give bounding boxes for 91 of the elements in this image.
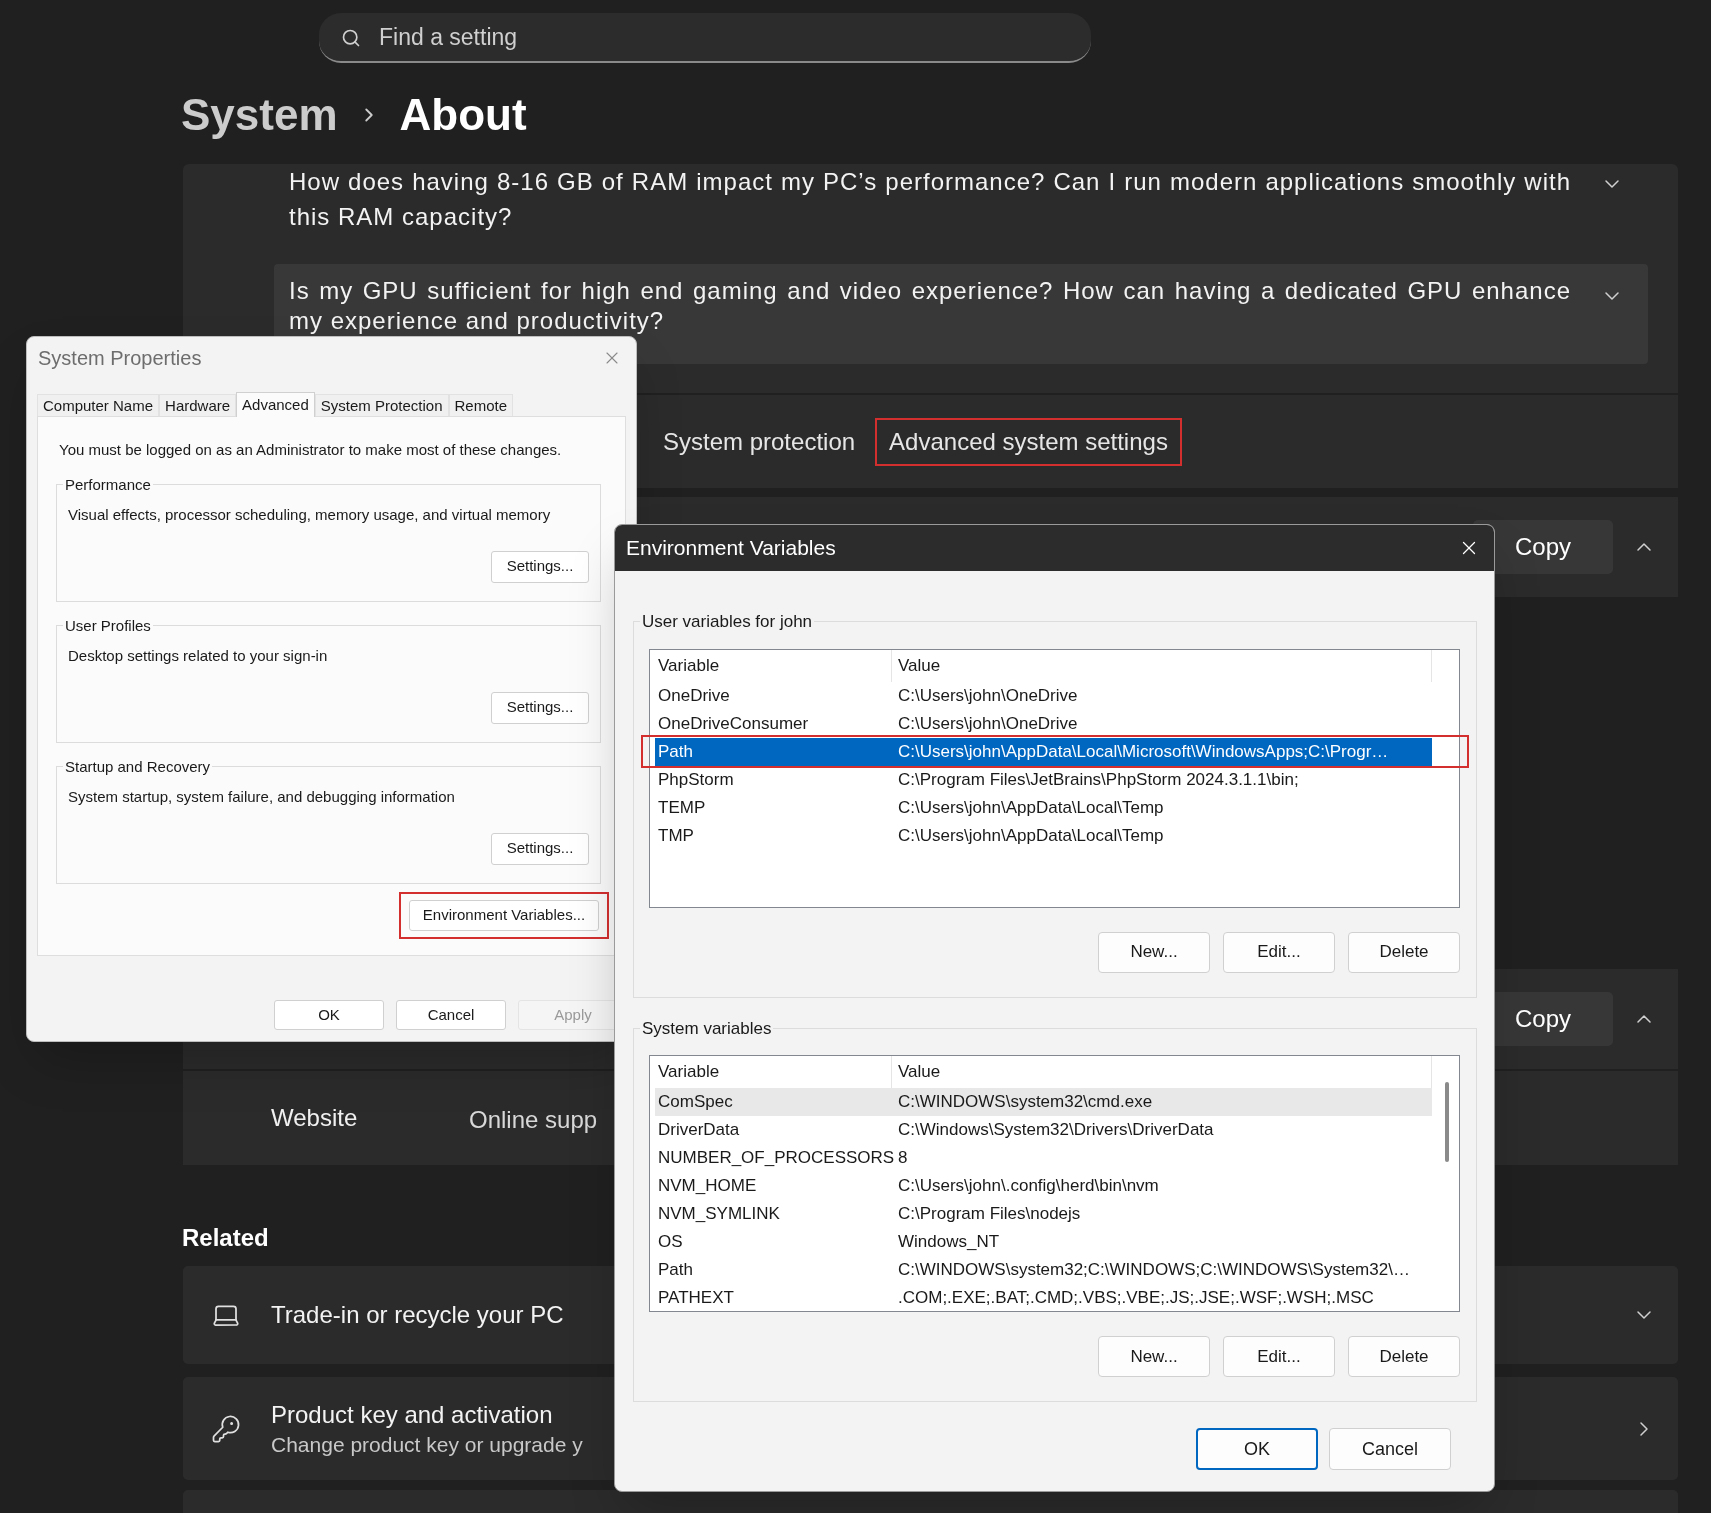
breadcrumb-link[interactable]: System: [181, 82, 338, 148]
dialog-tab[interactable]: Hardware: [159, 394, 237, 416]
variable-value: C:\Users\john\OneDrive: [897, 684, 1078, 707]
variable-name: Path: [657, 740, 694, 763]
faq-question: How does having 8-16 GB of RAM impact my PC’s performance? Can I run modern applications smoothly with this RAM capacity?: [289, 167, 1571, 232]
variable-name: OneDriveConsumer: [657, 712, 810, 735]
page-title: About: [399, 89, 527, 141]
variable-name: NVM_SYMLINK: [657, 1203, 781, 1226]
dialog-tab[interactable]: Remote: [448, 394, 514, 416]
variable-name: TEMP: [657, 796, 707, 819]
support-link[interactable]: Website: [271, 1100, 469, 1136]
list-row[interactable]: OS Windows_NT: [655, 1228, 1432, 1256]
variable-name: ComSpec: [657, 1091, 734, 1114]
setting-subtitle: Change product key or upgrade y: [271, 1431, 583, 1458]
window-title: Environment Variables: [626, 535, 836, 562]
variable-value: C:\WINDOWS\system32\cmd.exe: [897, 1091, 1153, 1114]
search-field[interactable]: Find a setting: [319, 13, 1091, 63]
group-description: Desktop settings related to your sign-in: [68, 646, 329, 666]
dialog-tab[interactable]: Advanced: [236, 392, 315, 417]
list-row[interactable]: OneDrive C:\Users\john\OneDrive: [655, 681, 1432, 710]
variable-name: TMP: [657, 824, 695, 847]
variable-value: Windows_NT: [897, 1231, 1000, 1254]
group-title: User Profiles: [64, 615, 152, 636]
dialog-button[interactable]: OK: [274, 1000, 384, 1030]
variable-value: .COM;.EXE;.BAT;.CMD;.VBS;.VBE;.JS;.JSE;.WSF;.WSH;.MSC: [897, 1287, 1374, 1310]
group-description: System startup, system failure, and debugging information: [68, 787, 456, 807]
variable-value: C:\Users\john\AppData\Local\Temp: [897, 796, 1164, 819]
list-row[interactable]: OneDriveConsumer C:\Users\john\OneDrive: [655, 709, 1432, 738]
list-row[interactable]: Path C:\WINDOWS\system32;C:\WINDOWS;C:\WINDOWS\System32\…: [655, 1256, 1432, 1284]
section-heading: Related: [182, 1223, 269, 1250]
variable-value: C:\Windows\System32\Drivers\DriverData: [897, 1119, 1214, 1142]
list-row[interactable]: NVM_SYMLINK C:\Program Files\nodejs: [655, 1200, 1432, 1228]
variable-value: C:\Users\john\AppData\Local\Temp: [897, 824, 1164, 847]
scrollbar-thumb[interactable]: [1445, 1082, 1449, 1162]
list-row[interactable]: PhpStorm C:\Program Files\JetBrains\PhpStorm 2024.3.1.1\bin;: [655, 765, 1432, 794]
list-row[interactable]: Path C:\Users\john\AppData\Local\Microsoft\WindowsApps;C:\Progr…: [655, 737, 1432, 766]
list-row[interactable]: TMP C:\Users\john\AppData\Local\Temp: [655, 821, 1432, 850]
window-title: System Properties: [38, 346, 202, 371]
dialog-tab[interactable]: Computer Name: [37, 394, 160, 416]
environment-variables-button[interactable]: Environment Variables...: [409, 899, 599, 931]
list-action-button[interactable]: Edit...: [1223, 931, 1335, 973]
variable-value: C:\Program Files\JetBrains\PhpStorm 2024.3.1.1\bin;: [897, 768, 1299, 791]
variable-name: PhpStorm: [657, 768, 735, 791]
list-action-button[interactable]: Delete: [1348, 931, 1460, 973]
variable-name: OneDrive: [657, 684, 731, 707]
list-action-button[interactable]: Delete: [1348, 1336, 1460, 1377]
variable-value: 8: [897, 1147, 908, 1170]
list-row[interactable]: ComSpec C:\WINDOWS\system32\cmd.exe: [655, 1088, 1432, 1116]
variable-name: DriverData: [657, 1119, 741, 1142]
settings-link[interactable]: Advanced system settings: [889, 427, 1168, 455]
variable-name: Path: [657, 1259, 694, 1282]
variable-name: NVM_HOME: [657, 1175, 758, 1198]
dialog-button[interactable]: Cancel: [1329, 1428, 1451, 1470]
setting-title: Trade-in or recycle your PC: [271, 1300, 564, 1330]
variable-value: C:\Users\john\AppData\Local\Microsoft\WindowsApps;C:\Progr…: [897, 740, 1389, 763]
search-icon: [341, 28, 361, 48]
list-row[interactable]: DriverData C:\Windows\System32\Drivers\DriverData: [655, 1116, 1432, 1144]
dialog-button[interactable]: OK: [1196, 1428, 1318, 1470]
group-title: User variables for john: [641, 611, 814, 633]
list-row[interactable]: PATHEXT .COM;.EXE;.BAT;.CMD;.VBS;.VBE;.JS;.JSE;.WSF;.WSH;.MSC: [655, 1284, 1432, 1311]
settings-button[interactable]: Settings...: [491, 832, 589, 865]
variable-value: C:\Users\john\.config\herd\bin\nvm: [897, 1175, 1159, 1198]
settings-button[interactable]: Settings...: [491, 691, 589, 724]
group-title: System variables: [641, 1017, 773, 1040]
variable-name: NUMBER_OF_PROCESSORS: [657, 1147, 892, 1170]
settings-link[interactable]: System protection: [663, 427, 856, 455]
list-action-button[interactable]: Edit...: [1223, 1336, 1335, 1377]
faq-item[interactable]: Is my GPU sufficient for high end gaming and video experience? How can having a dedicated GPU enhance my experience and productivity?: [274, 264, 1648, 364]
column-header[interactable]: Variable: [650, 649, 892, 682]
variable-name: OS: [657, 1231, 684, 1254]
column-header[interactable]: Value: [892, 649, 1432, 682]
list-row[interactable]: NVM_HOME C:\Users\john\.config\herd\bin\nvm: [655, 1172, 1432, 1200]
notice-text: You must be logged on as an Administrator to make most of these changes.: [59, 440, 563, 460]
group-title: Startup and Recovery: [64, 756, 212, 777]
variable-name: PATHEXT: [657, 1287, 735, 1310]
variable-value: C:\Program Files\nodejs: [897, 1203, 1081, 1226]
list-row[interactable]: NUMBER_OF_PROCESSORS 8: [655, 1144, 1432, 1172]
dialog-tab[interactable]: System Protection: [314, 394, 449, 416]
group-description: Visual effects, processor scheduling, memory usage, and virtual memory: [68, 505, 552, 525]
list-row[interactable]: TEMP C:\Users\john\AppData\Local\Temp: [655, 793, 1432, 822]
key-icon: [211, 1413, 241, 1444]
dialog-button[interactable]: Cancel: [396, 1000, 506, 1030]
variable-value: C:\Users\john\OneDrive: [897, 712, 1078, 735]
variable-value: C:\WINDOWS\system32;C:\WINDOWS;C:\WINDOWS\System32\…: [897, 1259, 1410, 1282]
group-title: Performance: [64, 474, 152, 495]
settings-button[interactable]: Settings...: [491, 550, 589, 583]
list-action-button[interactable]: New...: [1098, 931, 1210, 973]
faq-question: Is my GPU sufficient for high end gaming and video experience? How can having a dedicated GPU enhance my experience and productivity?: [289, 276, 1571, 336]
list-action-button[interactable]: New...: [1098, 1336, 1210, 1377]
support-link[interactable]: Online supp: [469, 1102, 598, 1138]
setting-title: Product key and activation: [271, 1399, 554, 1430]
